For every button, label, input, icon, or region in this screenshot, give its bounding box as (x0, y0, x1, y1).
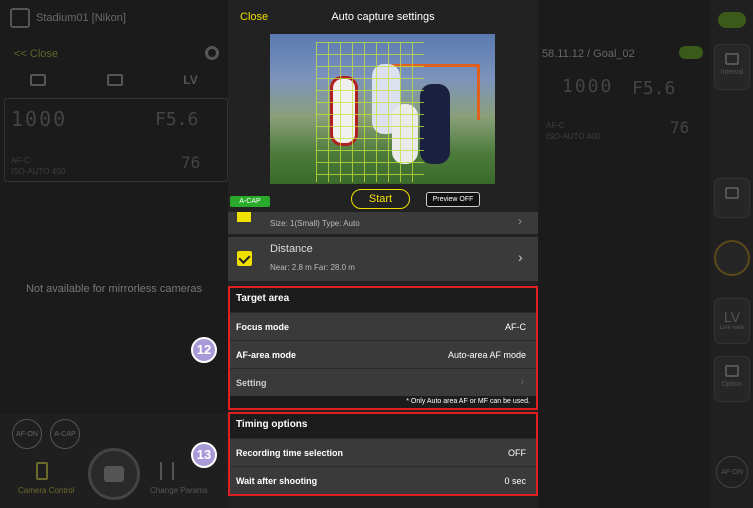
chevron-right-icon: › (518, 249, 523, 265)
list-button[interactable] (714, 178, 750, 218)
nav-change-params[interactable]: Change Params (150, 486, 208, 495)
right-toggle[interactable] (679, 46, 703, 59)
lcd-info: AF-C ISO-AUTO 400 (546, 120, 600, 142)
close-link[interactable]: << Close (14, 48, 58, 60)
target-area-header: Target area (236, 293, 290, 304)
start-button[interactable]: Start (351, 189, 410, 209)
a-cap-badge: A-CAP (230, 196, 270, 207)
capture-round-button[interactable] (714, 240, 750, 276)
lcd-mode: AF-C (11, 156, 30, 165)
distance-row[interactable]: Distance Near: 2.8 m Far: 28.0 m › (228, 237, 538, 281)
setting-label: Setting (236, 378, 267, 388)
left-tabs: LV (0, 66, 228, 94)
checkbox-icon[interactable] (237, 212, 251, 222)
wait-after-shooting-value: 0 sec (504, 476, 526, 486)
shutter-button[interactable] (88, 448, 140, 500)
lv-sublabel: Live view (719, 325, 745, 331)
recording-time-row[interactable]: Recording time selection OFF (230, 438, 536, 466)
sidebar-toggle[interactable] (718, 12, 746, 28)
wait-after-shooting-label: Wait after shooting (236, 476, 318, 486)
live-view-button[interactable]: LV Live view (714, 298, 750, 344)
interval-label: Interval (720, 69, 744, 76)
interval-icon (725, 53, 739, 65)
timing-options-header: Timing options (236, 419, 308, 430)
option-label: Option (721, 381, 743, 388)
distance-values: Near: 2.8 m Far: 28.0 m (270, 263, 355, 272)
camera-name: Stadium01 [Nikon] (36, 12, 126, 24)
lcd-count: 76 (181, 153, 201, 172)
setting-row[interactable]: Setting › (230, 368, 536, 396)
nav-camera-control[interactable]: Camera Control (18, 486, 74, 495)
recording-time-value: OFF (508, 448, 526, 458)
callout-badge-13: 13 (191, 442, 217, 468)
focus-mode-value: AF-C (505, 322, 526, 332)
lv-label: LV (723, 309, 741, 325)
lcd-shutter: 1000 (11, 107, 68, 131)
focus-mode-row[interactable]: Focus mode AF-C (230, 312, 536, 340)
lcd-info: AF-C ISO-AUTO 400 (11, 155, 65, 177)
distance-label: Distance (270, 243, 313, 255)
modal-title: Auto capture settings (331, 11, 435, 23)
not-available-message: Not available for mirrorless cameras (25, 283, 203, 295)
wait-after-shooting-row[interactable]: Wait after shooting 0 sec (230, 466, 536, 494)
left-titlebar: Stadium01 [Nikon] (0, 0, 228, 36)
target-area-note: * Only Auto area AF or MF can be used. (406, 398, 530, 405)
camera-control-icon[interactable] (36, 462, 48, 480)
lcd-iso: ISO-AUTO 400 (546, 132, 601, 141)
camera-icon (10, 8, 30, 28)
list-icon (725, 187, 739, 199)
af-on-button[interactable]: AF-ON (716, 456, 748, 488)
target-area-section: Target area Focus mode AF-C AF-area mode… (228, 286, 538, 410)
tab-photo-icon[interactable] (30, 74, 47, 86)
left-panel: Stadium01 [Nikon] << Close LV 1000 F5.6 … (0, 0, 228, 508)
lcd-shutter: 1000 (562, 76, 614, 97)
af-on-button[interactable]: AF-ON (12, 419, 42, 449)
auto-capture-settings-modal: Auto capture settings Close A-CAP Start … (228, 0, 538, 508)
chevron-right-icon: › (518, 214, 522, 228)
af-area-mode-label: AF-area mode (236, 350, 297, 360)
option-gear-icon (725, 365, 739, 377)
gear-icon[interactable] (205, 46, 219, 60)
app-root: Stadium01 [Nikon] << Close LV 1000 F5.6 … (0, 0, 753, 508)
interval-button[interactable]: Interval (714, 44, 750, 90)
target-area-grid[interactable] (316, 42, 424, 182)
callout-badge-12: 12 (191, 337, 217, 363)
preview-off-button[interactable]: Preview OFF (426, 192, 480, 207)
lcd-iso: ISO-AUTO 400 (11, 167, 66, 176)
tab-playback-icon[interactable] (106, 74, 123, 86)
size-type-row[interactable]: Size: 1(Small) Type: Auto › (228, 212, 538, 234)
right-sidebar: Interval LV Live view Option AF-ON (710, 0, 753, 508)
recording-time-label: Recording time selection (236, 448, 344, 458)
preview-image[interactable] (270, 34, 495, 184)
checkbox-icon[interactable] (237, 251, 252, 266)
lcd-count: 76 (670, 118, 690, 137)
change-params-icon[interactable] (160, 462, 174, 480)
player-figure (420, 84, 450, 164)
lcd-mode: AF-C (546, 121, 565, 130)
right-header: 58.11.12 / Goal_02 (542, 48, 635, 60)
timing-options-section: Timing options Recording time selection … (228, 412, 538, 496)
right-panel: 58.11.12 / Goal_02 1000 F5.6 AF-C ISO-AU… (538, 0, 753, 508)
tab-lv[interactable]: LV (183, 73, 197, 87)
af-area-mode-value: Auto-area AF mode (447, 350, 526, 360)
size-type-text: Size: 1(Small) Type: Auto (270, 219, 360, 228)
lcd-aperture: F5.6 (632, 78, 676, 99)
right-lcd-panel: 1000 F5.6 AF-C ISO-AUTO 400 76 (542, 70, 707, 150)
af-area-mode-row[interactable]: AF-area mode Auto-area AF mode (230, 340, 536, 368)
modal-topbar: Auto capture settings Close (228, 0, 538, 32)
close-button[interactable]: Close (240, 11, 268, 23)
focus-mode-label: Focus mode (236, 322, 290, 332)
a-cap-button[interactable]: A-CAP (50, 419, 80, 449)
lcd-aperture: F5.6 (155, 109, 199, 130)
left-lcd-panel: 1000 F5.6 AF-C ISO-AUTO 400 76 (4, 98, 228, 182)
chevron-right-icon: › (520, 376, 524, 388)
option-button[interactable]: Option (714, 356, 750, 402)
